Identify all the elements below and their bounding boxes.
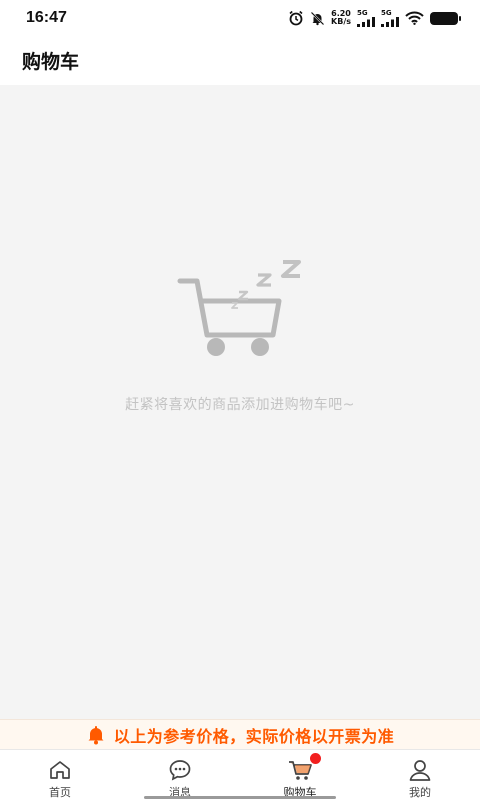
empty-cart-sleeping-icon	[175, 257, 305, 357]
status-time: 16:47	[26, 9, 67, 26]
tab-profile[interactable]: 我的	[360, 750, 480, 800]
cart-icon	[287, 759, 313, 781]
cart-badge-dot	[310, 753, 321, 764]
page-title: 购物车	[22, 51, 80, 73]
price-notice-bar: 以上为参考价格，实际价格以开票为准	[0, 719, 480, 749]
bottom-tab-bar: 首页 消息 购物车 我的	[0, 749, 480, 800]
tab-profile-label: 我的	[409, 786, 431, 799]
price-notice-text: 以上为参考价格，实际价格以开票为准	[113, 726, 395, 746]
tab-home[interactable]: 首页	[0, 750, 120, 800]
message-icon	[168, 759, 192, 781]
battery-icon	[430, 11, 461, 25]
net-speed: 6.20 KB/s	[331, 10, 351, 26]
wifi-icon	[405, 11, 424, 25]
signal-icon: 5G	[381, 8, 399, 27]
home-indicator[interactable]	[144, 796, 336, 799]
user-icon	[408, 759, 432, 781]
tab-messages[interactable]: 消息	[120, 750, 240, 800]
home-icon	[48, 759, 72, 781]
mute-icon	[310, 11, 325, 26]
page-header: 购物车	[0, 36, 480, 85]
signal-tag: 5G	[357, 8, 368, 17]
signal-tag: 5G	[381, 8, 392, 17]
status-icons: 6.20 KB/s 5G 5G	[288, 8, 461, 27]
tab-home-label: 首页	[49, 786, 71, 799]
bell-icon	[86, 725, 106, 745]
signal-icon: 5G	[357, 8, 375, 27]
status-bar: 16:47 6.20 KB/s 5G 5G	[0, 0, 480, 36]
net-speed-unit: KB/s	[331, 17, 351, 26]
alarm-icon	[288, 10, 304, 26]
empty-cart-message: 赶紧将喜欢的商品添加进购物车吧~	[125, 397, 355, 413]
tab-cart[interactable]: 购物车	[240, 750, 360, 800]
empty-cart-state: 赶紧将喜欢的商品添加进购物车吧~	[0, 85, 480, 719]
